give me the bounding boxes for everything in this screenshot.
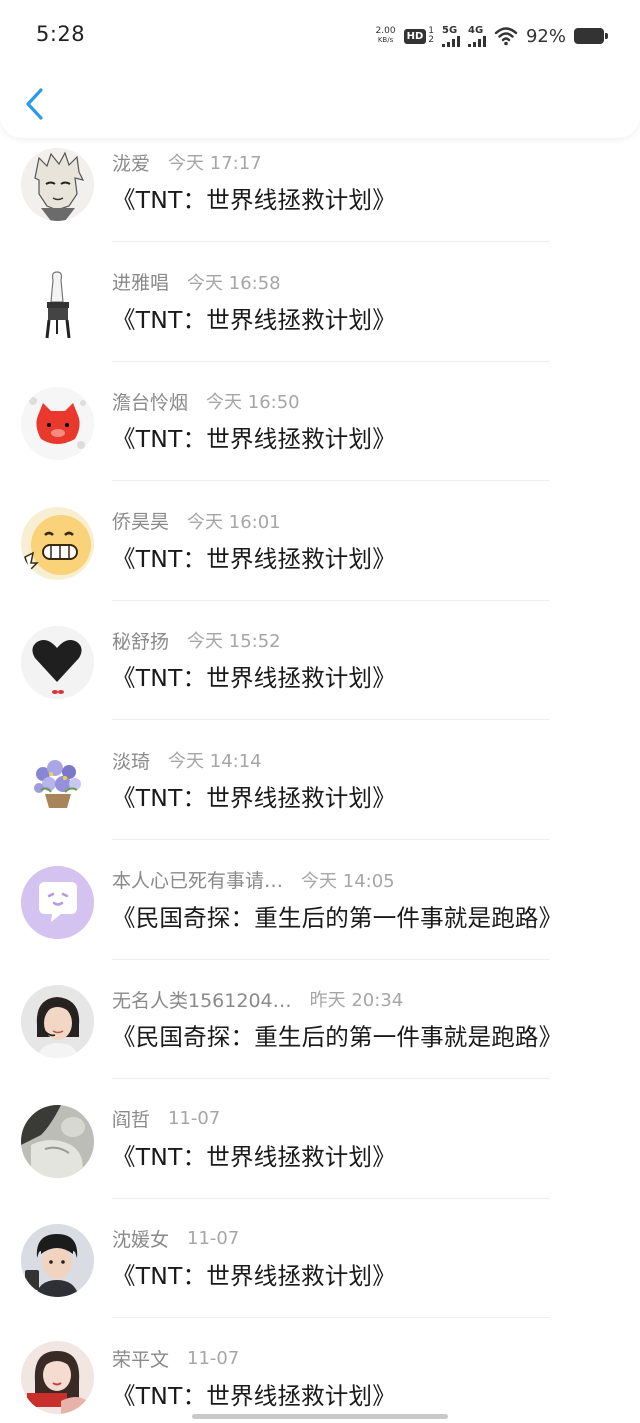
user-name[interactable]: 沈媛女	[112, 1225, 169, 1252]
list-item[interactable]: 秘舒扬 今天 15:52 《TNT：世界线拯救计划》	[0, 617, 640, 737]
status-time: 5:28	[36, 22, 86, 46]
timestamp: 今天 14:05	[301, 870, 395, 892]
list-item[interactable]: 沈媛女 11-07 《TNT：世界线拯救计划》	[0, 1215, 640, 1335]
top-header: 5:28 2.00 KB/s HD 1 2 5G 4G 92%	[0, 0, 640, 138]
timestamp: 今天 17:17	[168, 153, 262, 174]
hd-icon: HD	[403, 28, 427, 44]
battery-icon	[574, 28, 608, 44]
divider	[112, 958, 550, 960]
list-item[interactable]: 泷爱 今天 17:17 《TNT：世界线拯救计划》	[0, 139, 640, 259]
avatar[interactable]	[21, 746, 94, 819]
divider	[112, 719, 550, 721]
user-name[interactable]: 本人心已死有事请…	[112, 866, 283, 893]
avatar[interactable]	[21, 1104, 94, 1178]
book-title[interactable]: 《TNT：世界线拯救计划》	[112, 1257, 396, 1291]
divider	[112, 1197, 550, 1199]
divider	[112, 839, 550, 840]
timestamp: 今天 15:52	[187, 631, 281, 653]
avatar[interactable]	[21, 387, 94, 461]
list-item[interactable]: 侨昊昊 今天 16:01 《TNT：世界线拯救计划》	[0, 498, 640, 618]
list-item[interactable]: 本人心已死有事请… 今天 14:05 《民国奇探：重生后的第一件事就是跑路》	[0, 857, 640, 977]
book-title[interactable]: 《TNT：世界线拯救计划》	[112, 1138, 396, 1172]
network-speed: 2.00 KB/s	[376, 27, 396, 45]
divider	[112, 360, 550, 362]
timestamp: 今天 16:50	[206, 392, 300, 414]
network-speed-unit: KB/s	[377, 36, 394, 44]
user-name[interactable]: 泷爱	[112, 149, 150, 176]
divider	[112, 480, 550, 482]
chevron-left-icon	[26, 88, 43, 120]
signal-5g-label: 5G	[441, 24, 458, 36]
book-title[interactable]: 《TNT：世界线拯救计划》	[112, 181, 396, 215]
book-title[interactable]: 《民国奇探：重生后的第一件事就是跑路》	[112, 899, 562, 933]
avatar[interactable]	[21, 148, 94, 221]
user-name[interactable]: 无名人类1561204…	[112, 986, 292, 1013]
user-name[interactable]: 淡琦	[112, 747, 150, 774]
home-indicator[interactable]	[192, 1414, 448, 1419]
timestamp: 11-07	[187, 1227, 240, 1249]
book-title[interactable]: 《TNT：世界线拯救计划》	[112, 1377, 396, 1411]
list-item[interactable]: 进雅唱 今天 16:58 《TNT：世界线拯救计划》	[0, 259, 640, 379]
user-name[interactable]: 侨昊昊	[112, 507, 169, 534]
user-name[interactable]: 荣平文	[112, 1345, 169, 1372]
user-name[interactable]: 澹台怜烟	[112, 388, 188, 415]
book-title[interactable]: 《民国奇探：重生后的第一件事就是跑路》	[112, 1018, 562, 1052]
avatar[interactable]	[21, 865, 94, 939]
list-item[interactable]: 淡琦 今天 14:14 《TNT：世界线拯救计划》	[0, 737, 640, 857]
signal-5g-icon: 5G	[441, 24, 460, 47]
timestamp: 今天 16:01	[187, 511, 281, 533]
user-name[interactable]: 阎哲	[112, 1105, 150, 1132]
avatar[interactable]	[21, 1341, 94, 1414]
book-title[interactable]: 《TNT：世界线拯救计划》	[112, 301, 396, 335]
avatar[interactable]	[21, 267, 94, 341]
book-title[interactable]: 《TNT：世界线拯救计划》	[112, 779, 396, 813]
user-name[interactable]: 进雅唱	[112, 268, 169, 295]
list-item[interactable]: 阎哲 11-07 《TNT：世界线拯救计划》	[0, 1096, 640, 1216]
timestamp: 昨天 20:34	[309, 990, 404, 1012]
wifi-icon	[494, 27, 518, 46]
list-item[interactable]: 无名人类1561204… 昨天 20:34 《民国奇探：重生后的第一件事就是跑路…	[0, 976, 640, 1096]
back-button[interactable]	[20, 84, 50, 124]
timestamp: 今天 16:58	[187, 272, 281, 294]
list-item[interactable]: 澹台怜烟 今天 16:50 《TNT：世界线拯救计划》	[0, 378, 640, 498]
user-name[interactable]: 秘舒扬	[112, 627, 169, 654]
network-speed-value: 2.00	[375, 26, 396, 36]
avatar[interactable]	[21, 626, 94, 700]
list-item[interactable]: 荣平文 11-07 《TNT：世界线拯救计划》	[0, 1335, 640, 1423]
timestamp: 11-07	[168, 1108, 221, 1130]
avatar[interactable]	[21, 506, 94, 580]
timestamp: 11-07	[187, 1347, 240, 1369]
book-title[interactable]: 《TNT：世界线拯救计划》	[112, 420, 396, 454]
avatar[interactable]	[21, 985, 94, 1059]
divider	[112, 1078, 550, 1080]
signal-4g-label: 4G	[467, 24, 484, 36]
timestamp: 今天 14:14	[168, 751, 262, 772]
avatar[interactable]	[21, 1224, 94, 1298]
book-title[interactable]: 《TNT：世界线拯救计划》	[112, 540, 396, 574]
battery-percent: 92%	[525, 25, 566, 47]
divider	[112, 241, 550, 242]
status-icons: 2.00 KB/s HD 1 2 5G 4G 92%	[376, 22, 608, 50]
book-title[interactable]: 《TNT：世界线拯救计划》	[112, 659, 396, 693]
signal-4g-icon: 4G	[467, 24, 486, 47]
hd-sim-index: 1 2	[428, 26, 434, 45]
divider	[112, 599, 550, 601]
divider	[112, 1317, 550, 1319]
status-bar: 5:28 2.00 KB/s HD 1 2 5G 4G 92%	[0, 0, 640, 72]
